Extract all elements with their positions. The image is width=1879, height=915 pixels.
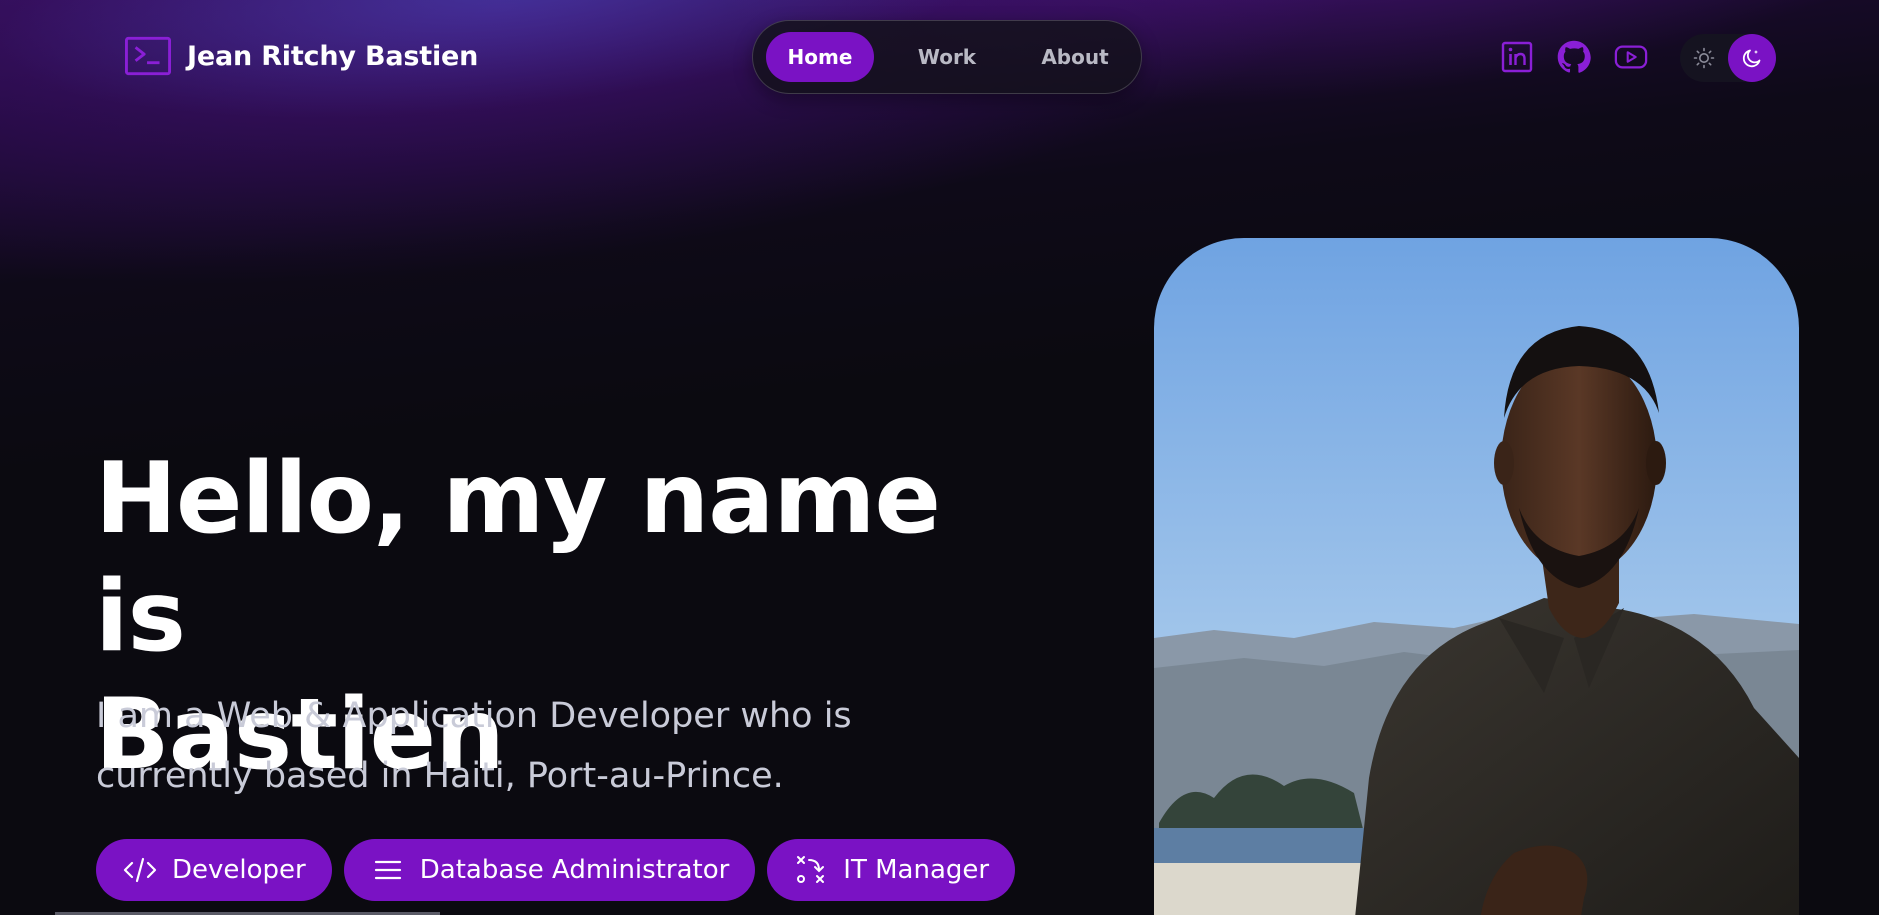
- role-developer-label: Developer: [172, 855, 306, 885]
- role-pills: Developer Database Administrator IT Mana…: [96, 839, 1016, 901]
- nav-work[interactable]: Work: [874, 32, 1020, 82]
- youtube-icon[interactable]: [1614, 40, 1648, 74]
- moon-icon[interactable]: [1728, 34, 1776, 82]
- role-developer-button[interactable]: Developer: [96, 839, 332, 901]
- site-logo[interactable]: Jean Ritchy Bastien: [125, 36, 479, 76]
- hero-subtitle: I am a Web & Application Developer who i…: [96, 686, 916, 806]
- menu-lines-icon: [370, 852, 406, 888]
- site-name: Jean Ritchy Bastien: [187, 40, 479, 72]
- terminal-icon: [125, 36, 171, 76]
- page: Jean Ritchy Bastien Home Work About Hell…: [0, 0, 1879, 915]
- role-database-administrator-button[interactable]: Database Administrator: [343, 839, 756, 901]
- main-nav: Home Work About: [752, 20, 1142, 94]
- profile-photo: [1154, 238, 1799, 915]
- role-it-manager-button[interactable]: IT Manager: [767, 839, 1016, 901]
- sun-icon[interactable]: [1680, 34, 1728, 82]
- code-icon: [122, 852, 158, 888]
- subtitle-line-1: I am a Web & Application Developer who i…: [96, 696, 852, 736]
- role-it-manager-label: IT Manager: [843, 855, 990, 885]
- social-links: [1500, 40, 1648, 74]
- linkedin-icon[interactable]: [1500, 40, 1534, 74]
- github-icon[interactable]: [1557, 40, 1591, 74]
- role-database-administrator-label: Database Administrator: [419, 855, 730, 885]
- nav-about[interactable]: About: [1020, 32, 1130, 82]
- nav-home[interactable]: Home: [766, 32, 874, 82]
- strategy-icon: [793, 852, 829, 888]
- headline-line-1: Hello, my name is: [95, 442, 941, 674]
- theme-toggle[interactable]: [1680, 34, 1776, 82]
- subtitle-line-2: currently based in Haiti, Port-au-Prince…: [96, 756, 784, 796]
